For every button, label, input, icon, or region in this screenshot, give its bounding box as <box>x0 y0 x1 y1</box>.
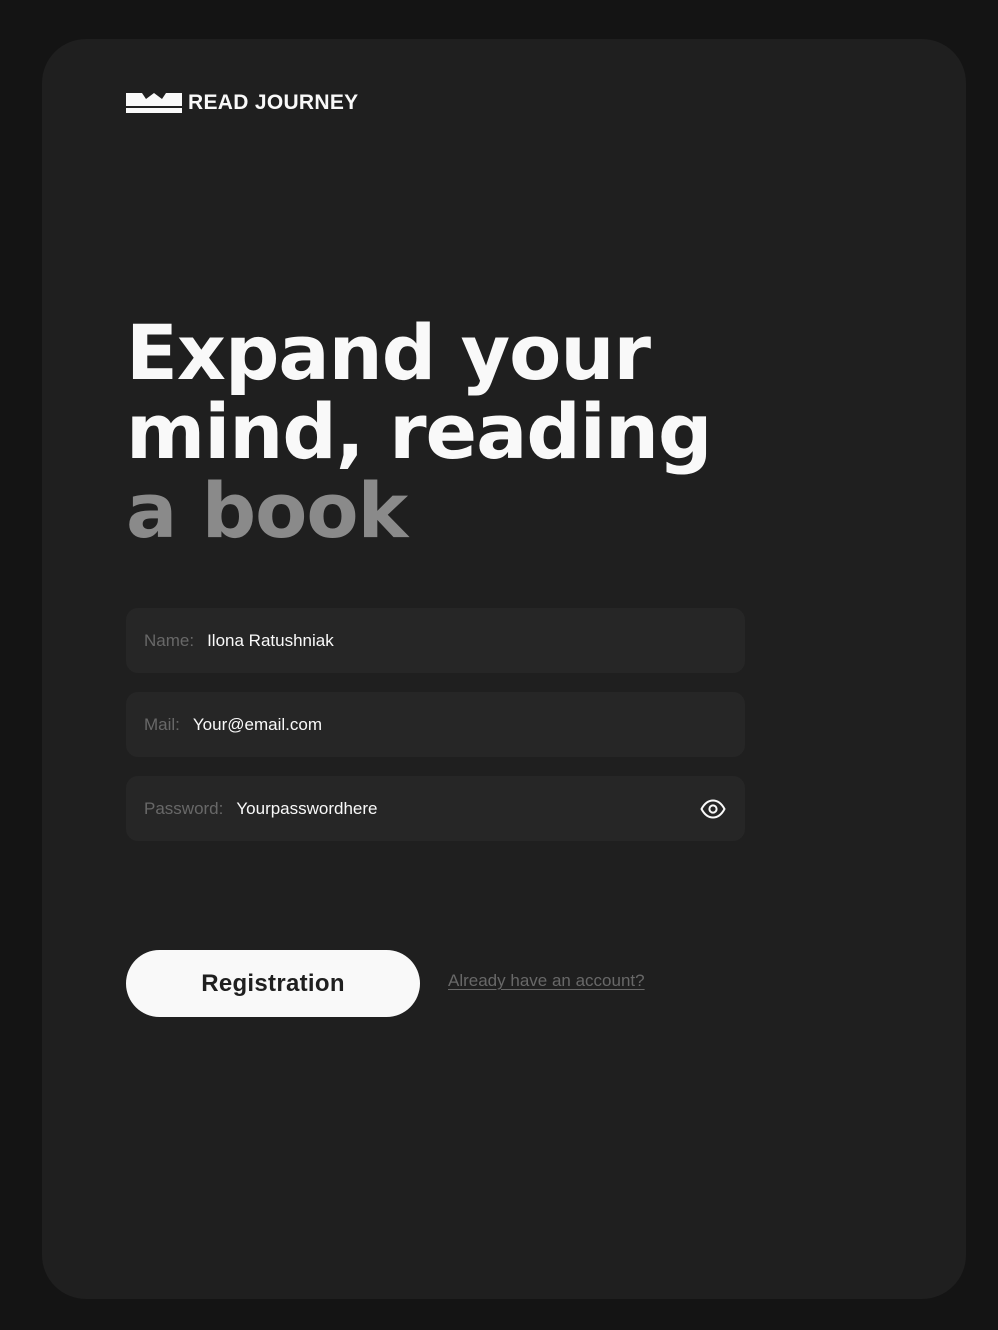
page-title: Expand your mind, reading a book <box>126 308 712 555</box>
registration-button[interactable]: Registration <box>126 950 420 1017</box>
logo[interactable]: READ JOURNEY <box>126 91 358 115</box>
headline-line-1: Expand your <box>126 308 651 397</box>
headline-line-2: mind, reading <box>126 387 712 476</box>
name-field[interactable]: Name: <box>126 608 745 673</box>
login-link[interactable]: Already have an account? <box>448 971 645 991</box>
mail-label: Mail: <box>144 714 180 734</box>
name-input[interactable] <box>207 630 727 651</box>
mail-field[interactable]: Mail: <box>126 692 745 757</box>
open-book-icon <box>126 91 182 115</box>
email-input[interactable] <box>192 714 727 735</box>
name-label: Name: <box>144 630 195 650</box>
password-input[interactable] <box>236 798 699 819</box>
password-field[interactable]: Password: <box>126 776 745 841</box>
headline-accent: a book <box>126 466 408 555</box>
registration-card: READ JOURNEY Expand your mind, reading a… <box>42 39 966 1299</box>
password-label: Password: <box>144 798 224 818</box>
logo-text: READ JOURNEY <box>188 91 359 114</box>
eye-icon[interactable] <box>699 795 727 823</box>
